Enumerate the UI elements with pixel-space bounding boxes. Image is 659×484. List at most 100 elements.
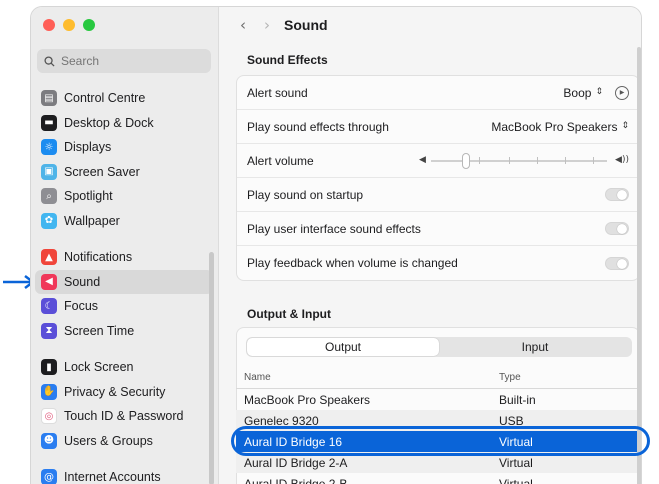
slider-tick [593, 156, 594, 164]
traffic-lights [43, 19, 95, 31]
desktop-dock-icon: ▬ [41, 114, 57, 131]
sidebar-item-internet-accounts[interactable]: @ Internet Accounts [35, 465, 213, 484]
search-icon [44, 55, 55, 67]
toggle-label: Play sound on startup [247, 187, 364, 202]
toggle-label: Play feedback when volume is changed [247, 256, 458, 270]
sidebar-item-label: Sound [64, 274, 101, 289]
device-type-cell: Built-in [499, 392, 536, 407]
sidebar-item-label: Screen Saver [64, 164, 140, 179]
minimize-window-button[interactable] [63, 19, 75, 31]
nav-group-gap [35, 233, 213, 245]
table-row[interactable]: MacBook Pro Speakers Built-in [236, 389, 640, 410]
sidebar-item-notifications[interactable]: ▲ Notifications [35, 245, 213, 270]
displays-icon: ☼ [41, 139, 57, 156]
nav-group-gap [35, 453, 213, 465]
sidebar-item-wallpaper[interactable]: ✿ Wallpaper [35, 209, 213, 234]
toggle-row: Play sound on startup [237, 178, 639, 212]
sidebar-item-screen-time[interactable]: ⧗ Screen Time [35, 319, 213, 344]
sidebar-item-label: Users & Groups [64, 433, 153, 448]
play-through-row: Play sound effects through MacBook Pro S… [237, 110, 639, 144]
notifications-icon: ▲ [41, 249, 57, 266]
device-type-cell: Virtual [499, 455, 533, 470]
sidebar-item-privacy-security[interactable]: ✋ Privacy & Security [35, 380, 213, 405]
sidebar-item-label: Privacy & Security [64, 384, 166, 399]
settings-window: ▤ Control Centre ▬ Desktop & Dock ☼ Displays ▣… [30, 6, 642, 484]
sidebar-item-label: Touch ID & Password [64, 409, 184, 424]
alert-sound-value: Boop [563, 85, 592, 100]
column-header-name[interactable]: Name [244, 372, 499, 383]
privacy-security-icon: ✋ [41, 383, 57, 400]
sidebar-item-users-groups[interactable]: ☻ Users & Groups [35, 429, 213, 454]
sidebar-item-label: Displays [64, 140, 112, 155]
zoom-window-button[interactable] [83, 19, 95, 31]
sidebar-nav: ▤ Control Centre ▬ Desktop & Dock ☼ Displays ▣… [35, 86, 213, 484]
sidebar-item-label: Internet Accounts [64, 470, 161, 484]
sound-effects-group: Alert sound Boop ⇕ ▶ Play sound effects … [236, 75, 640, 281]
sidebar-item-label: Control Centre [64, 91, 146, 106]
sidebar-item-label: Screen Time [64, 323, 135, 338]
search-input[interactable] [61, 54, 191, 68]
search-field[interactable] [37, 49, 211, 73]
column-header-type[interactable]: Type [499, 372, 639, 383]
play-icon[interactable]: ▶ [615, 85, 629, 100]
sidebar-scrollbar[interactable] [209, 252, 214, 484]
main-scrollbar[interactable] [637, 47, 641, 484]
annotation-highlight-ring [231, 426, 650, 456]
sidebar-item-spotlight[interactable]: ⌕ Spotlight [35, 184, 213, 209]
control-centre-icon: ▤ [41, 90, 57, 107]
chevron-updown-icon: ⇕ [621, 121, 629, 131]
device-name-cell: Aural ID Bridge 2-B [244, 476, 348, 484]
play-through-popup[interactable]: MacBook Pro Speakers ⇕ [491, 120, 629, 134]
sound-icon: ◀ [41, 273, 57, 290]
sidebar-item-label: Wallpaper [64, 213, 120, 228]
toggle-switch[interactable] [605, 256, 629, 270]
nav-group-gap [35, 343, 213, 355]
slider-thumb[interactable] [462, 152, 471, 169]
toolbar: ‹ › Sound [220, 7, 641, 43]
play-through-label: Play sound effects through [247, 119, 389, 134]
slider-tick [565, 156, 566, 164]
sidebar-item-displays[interactable]: ☼ Displays [35, 135, 213, 160]
lock-screen-icon: ▮ [41, 359, 57, 376]
toggle-switch[interactable] [605, 222, 629, 235]
toggle-switch[interactable] [605, 188, 629, 201]
alert-volume-slider[interactable]: ◀ ◀)) [419, 151, 629, 171]
page-title: Sound [284, 17, 328, 33]
sidebar-item-focus[interactable]: ☾ Focus [35, 294, 213, 319]
internet-accounts-icon: @ [41, 469, 57, 484]
sidebar-item-label: Desktop & Dock [64, 115, 154, 130]
sidebar-item-sound[interactable]: ◀ Sound [35, 269, 213, 294]
device-name-cell: Aural ID Bridge 2-A [244, 455, 348, 470]
close-window-button[interactable] [43, 19, 55, 31]
output-input-tabs: Output Input [246, 337, 632, 357]
alert-volume-label: Alert volume [247, 153, 314, 168]
slider-tick [537, 156, 538, 164]
play-through-value: MacBook Pro Speakers [491, 119, 618, 134]
toggle-row: Play feedback when volume is changed [237, 246, 639, 280]
wallpaper-icon: ✿ [41, 212, 57, 229]
screen-time-icon: ⧗ [41, 322, 57, 339]
sidebar-item-screen-saver[interactable]: ▣ Screen Saver [35, 160, 213, 185]
tab-input[interactable]: Input [439, 338, 631, 356]
toggle-row: Play user interface sound effects [237, 212, 639, 246]
sidebar-item-control-centre[interactable]: ▤ Control Centre [35, 86, 213, 111]
slider-tick [509, 156, 510, 164]
sidebar-item-lock-screen[interactable]: ▮ Lock Screen [35, 355, 213, 380]
toggle-label: Play user interface sound effects [247, 221, 421, 236]
sidebar-item-desktop-dock[interactable]: ▬ Desktop & Dock [35, 111, 213, 136]
speaker-low-icon: ◀ [419, 154, 426, 165]
forward-icon[interactable]: › [264, 16, 270, 34]
output-input-heading: Output & Input [247, 307, 331, 321]
sidebar-item-touch-id-password[interactable]: ◎ Touch ID & Password [35, 404, 213, 429]
chevron-updown-icon: ⇕ [595, 87, 603, 97]
speaker-high-icon: ◀)) [615, 154, 629, 165]
tab-output[interactable]: Output [247, 338, 439, 356]
device-name-cell: MacBook Pro Speakers [244, 392, 371, 407]
alert-sound-label: Alert sound [247, 85, 308, 100]
screen-saver-icon: ▣ [41, 163, 57, 180]
back-icon[interactable]: ‹ [240, 16, 246, 34]
alert-sound-popup[interactable]: Boop ⇕ ▶ [563, 85, 629, 100]
table-row[interactable]: Aural ID Bridge 2-B Virtual [236, 473, 640, 484]
sidebar-item-label: Lock Screen [64, 360, 134, 375]
sound-effects-heading: Sound Effects [247, 53, 328, 67]
